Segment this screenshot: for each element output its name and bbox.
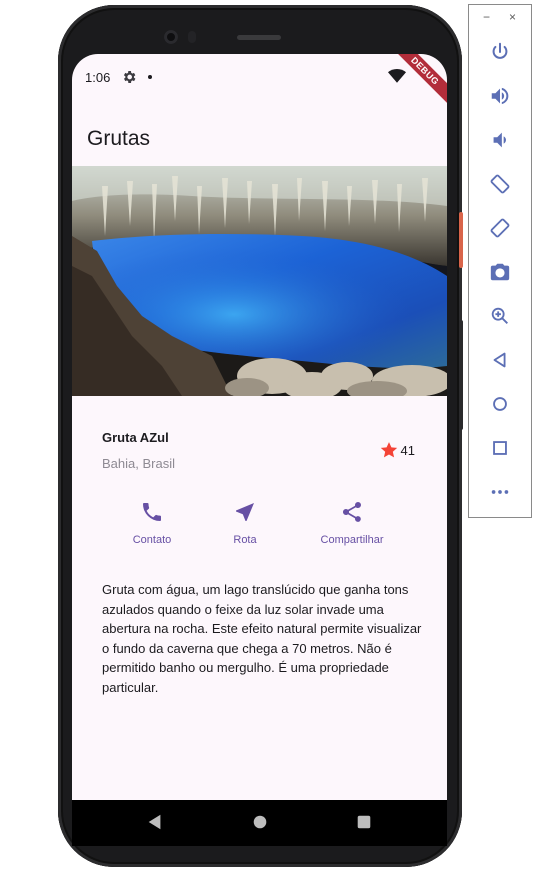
system-navigation-bar (72, 800, 447, 846)
share-button[interactable]: Compartilhar (302, 500, 402, 546)
phone-side-button (459, 212, 463, 268)
home-button[interactable] (489, 393, 511, 415)
emulator-toolbar: − × (468, 4, 532, 518)
rotate-right-icon (490, 218, 510, 238)
power-button[interactable] (489, 41, 511, 63)
overview-button[interactable] (489, 437, 511, 459)
status-time: 1:06 (85, 70, 111, 85)
volume-down-icon (493, 132, 506, 148)
earpiece (237, 35, 281, 40)
rotate-left-button[interactable] (489, 173, 511, 195)
camera-icon (490, 263, 510, 281)
share-label: Compartilhar (320, 534, 384, 546)
route-label: Rota (233, 534, 257, 546)
status-bar: 1:06 DEBUG (72, 54, 447, 112)
nav-overview-icon[interactable] (355, 813, 373, 831)
page-title: Grutas (87, 127, 151, 150)
zoom-icon (491, 307, 508, 324)
minimize-button[interactable]: − (483, 10, 490, 24)
nav-home-icon[interactable] (251, 813, 269, 831)
place-location: Bahia, Brasil (102, 456, 175, 471)
nav-back-icon[interactable] (146, 813, 164, 831)
phone-volume-button (459, 320, 463, 430)
rotate-right-button[interactable] (489, 217, 511, 239)
favorite-rating[interactable]: 41 (379, 440, 415, 460)
home-icon (493, 397, 507, 411)
share-icon (342, 502, 361, 522)
more-button[interactable] (489, 481, 511, 503)
place-title-section: Gruta AZul Bahia, Brasil 41 (102, 430, 417, 474)
volume-down-button[interactable] (489, 129, 511, 151)
favorite-count: 41 (400, 442, 415, 458)
overview-icon (493, 441, 507, 455)
rotate-left-icon (490, 174, 510, 194)
app-screen: 1:06 DEBUG Grutas Gruta AZul Bahia, Bras… (72, 54, 447, 800)
volume-up-icon (491, 87, 509, 105)
place-description: Gruta com água, um lago translúcido que … (102, 582, 422, 695)
navigation-icon (236, 503, 254, 521)
star-icon[interactable] (379, 440, 399, 460)
back-button[interactable] (489, 349, 511, 371)
route-button[interactable]: Rota (195, 500, 295, 546)
front-camera (164, 30, 178, 44)
notification-dot (148, 75, 152, 79)
zoom-button[interactable] (489, 305, 511, 327)
proximity-sensor (188, 31, 196, 43)
cave-lake-image (72, 166, 447, 396)
contact-button[interactable]: Contato (102, 500, 202, 546)
wifi-icon (388, 69, 406, 83)
more-icon (491, 490, 509, 494)
settings-gear-icon (123, 71, 136, 83)
volume-up-button[interactable] (489, 85, 511, 107)
close-button[interactable]: × (509, 10, 516, 24)
contact-label: Contato (132, 534, 172, 546)
screenshot-button[interactable] (489, 261, 511, 283)
power-icon (492, 42, 508, 59)
phone-icon (143, 503, 161, 521)
back-icon (493, 352, 506, 368)
action-buttons: Contato Rota Compartilhar (72, 500, 447, 560)
place-name: Gruta AZul (102, 430, 169, 445)
